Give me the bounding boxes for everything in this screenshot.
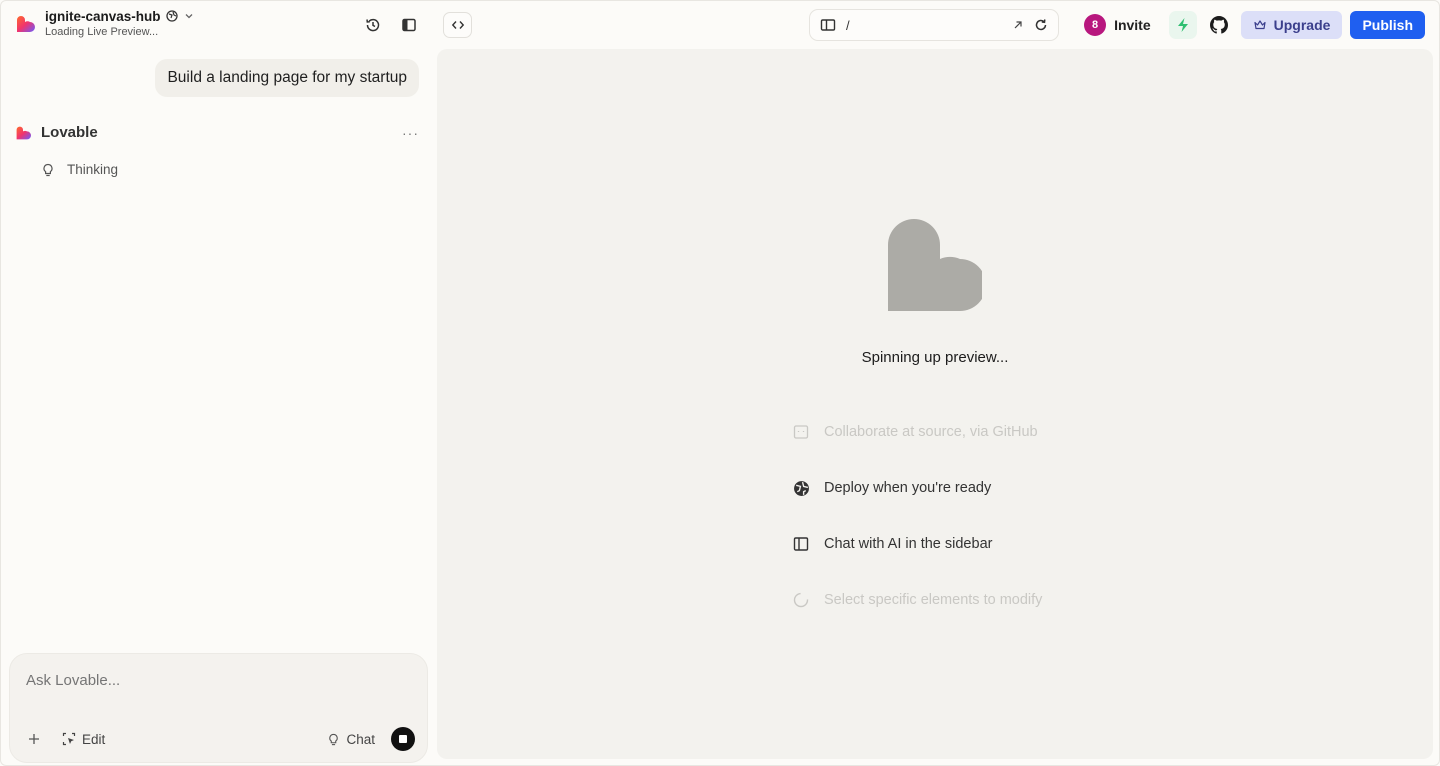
publish-button[interactable]: Publish [1350,11,1425,39]
plus-icon [29,734,39,744]
thinking-label: Thinking [67,162,119,177]
add-attachment-button[interactable] [22,726,46,752]
globe-icon [165,10,178,22]
lightbulb-icon [43,163,53,176]
lovable-heart-icon [888,219,982,311]
top-bar: ignite-canvas-hub Loading Live Preview..… [1,1,1439,49]
preview-pane: Spinning up preview... Collaborate at so… [437,49,1433,759]
code-view-button[interactable] [443,12,472,38]
invite-label: Invite [1114,17,1151,33]
thinking-indicator: Thinking [41,162,118,177]
edit-button[interactable]: Edit [56,726,111,752]
feature-item: Select specific elements to modify [792,572,1042,628]
chevron-down-icon [185,14,192,19]
supabase-button[interactable] [1168,11,1197,39]
stop-generation-button[interactable] [391,727,415,751]
github-box-icon [793,425,809,439]
sidebar-icon [402,18,416,32]
feature-label: Chat with AI in the sidebar [824,536,993,552]
code-icon [451,21,464,29]
feature-label: Select specific elements to modify [824,592,1043,608]
edit-label: Edit [82,731,106,747]
stop-icon [399,735,407,743]
loading-text: Spinning up preview... [861,349,1009,366]
project-name: ignite-canvas-hub [45,8,161,24]
feature-list: Collaborate at source, via GitHub Deploy… [792,404,1042,628]
avatar: 8 [1084,14,1107,36]
user-message: Build a landing page for my startup [155,59,419,97]
upgrade-label: Upgrade [1273,17,1331,33]
feature-item: Chat with AI in the sidebar [792,516,1042,572]
composer: Edit Chat [9,653,428,763]
device-view-icon[interactable] [820,17,836,33]
open-external-icon[interactable] [1012,19,1024,31]
lovable-logo-icon [17,16,35,32]
project-status: Loading Live Preview... [45,26,159,38]
chat-panel: Build a landing page for my startup Lova… [1,49,435,765]
github-button[interactable] [1205,11,1233,39]
publish-label: Publish [1362,17,1413,33]
history-icon [366,18,380,32]
feature-label: Deploy when you're ready [824,480,992,496]
project-switcher[interactable]: ignite-canvas-hub Loading Live Preview..… [15,8,195,38]
select-circle-icon [793,592,809,608]
refresh-icon[interactable] [1034,18,1048,32]
assistant-header: Lovable ··· [15,124,419,141]
feature-item: Deploy when you're ready [792,460,1042,516]
url-path[interactable]: / [846,18,1002,33]
chat-mode-label: Chat [346,731,375,747]
bolt-icon [1177,18,1188,32]
select-element-icon [62,732,76,746]
app-window: ignite-canvas-hub Loading Live Preview..… [0,0,1440,766]
sidebar-icon [793,537,809,551]
crown-icon [1254,20,1266,30]
globe-icon [793,480,809,496]
chat-mode-button[interactable]: Chat [321,726,381,752]
chat-input[interactable] [26,672,406,689]
upgrade-button[interactable]: Upgrade [1240,11,1343,39]
lovable-logo-icon [16,126,31,139]
assistant-name: Lovable [41,124,98,141]
github-icon [1209,16,1228,34]
feature-label: Collaborate at source, via GitHub [824,424,1038,440]
history-button[interactable] [359,11,387,39]
more-options-button[interactable]: ··· [402,125,419,141]
preview-url-bar[interactable]: / [809,9,1059,41]
toggle-sidebar-button[interactable] [395,11,423,39]
lightbulb-icon [329,733,339,745]
feature-item: Collaborate at source, via GitHub [792,404,1042,460]
invite-button[interactable]: 8 Invite [1084,11,1161,39]
